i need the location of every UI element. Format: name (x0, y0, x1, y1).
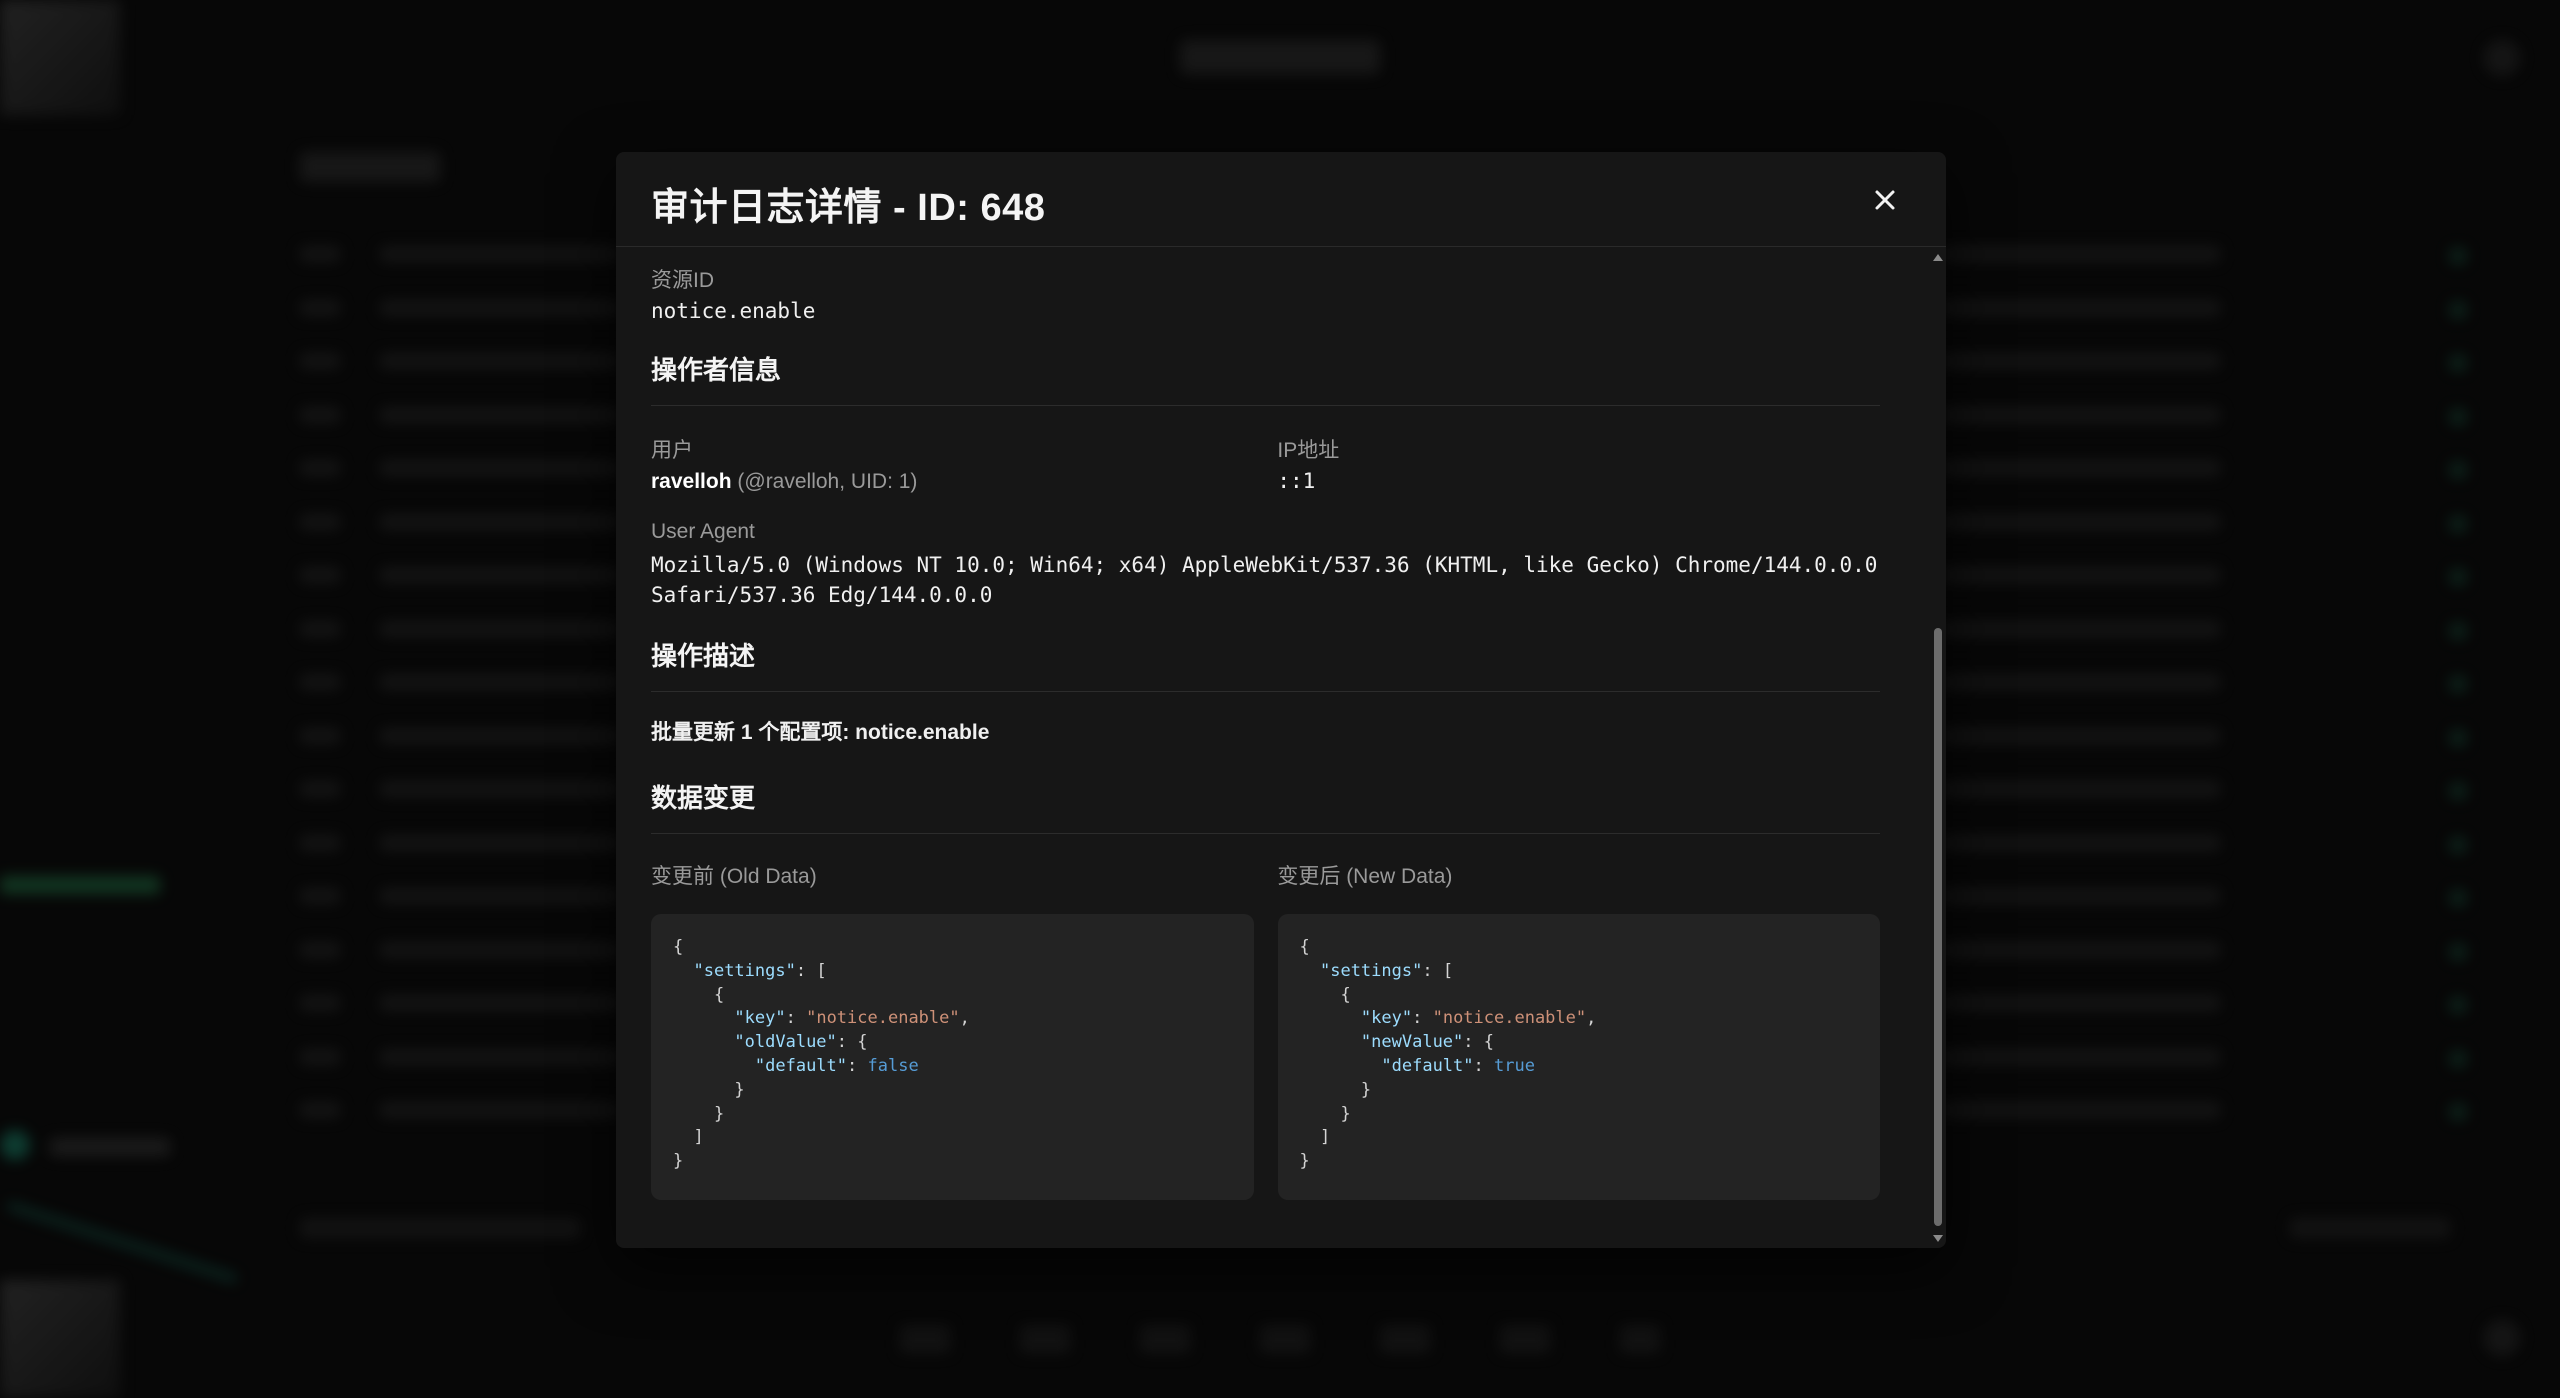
scroll-down-arrow-icon[interactable] (1933, 1235, 1943, 1242)
json-string: "notice.enable" (806, 1008, 960, 1029)
modal-body: 资源ID notice.enable 操作者信息 用户 ravelloh (@r… (616, 248, 1930, 1248)
scroll-up-arrow-icon[interactable] (1933, 254, 1943, 261)
json-string: "notice.enable" (1432, 1008, 1587, 1029)
close-button[interactable] (1864, 179, 1906, 221)
json-key: "default" (754, 1055, 848, 1076)
ip-label: IP地址 (1277, 439, 1340, 462)
old-data-code-block[interactable]: { "settings": [ { "key": "notice.enable"… (651, 914, 1254, 1200)
resource-id-value: notice.enable (651, 299, 816, 323)
ip-field: IP地址 ::1 (1277, 434, 1880, 496)
user-label: 用户 (651, 439, 693, 462)
user-value: ravelloh (@ravelloh, UID: 1) (651, 470, 1277, 494)
operator-info-row: 用户 ravelloh (@ravelloh, UID: 1) IP地址 ::1 (651, 434, 1880, 496)
json-key: "oldValue" (734, 1032, 837, 1053)
description-section-title: 操作描述 (651, 636, 1880, 692)
json-key: "key" (1360, 1008, 1413, 1029)
audit-log-detail-modal: 审计日志详情 - ID: 648 资源ID notice.enable 操作者信… (616, 152, 1946, 1248)
ip-value: ::1 (1277, 469, 1316, 493)
scrollbar-thumb[interactable] (1934, 628, 1942, 1226)
json-boolean: true (1494, 1055, 1535, 1076)
resource-id-label: 资源ID (651, 269, 714, 292)
user-agent-field: User Agent Mozilla/5.0 (Windows NT 10.0;… (651, 520, 1880, 610)
modal-header: 审计日志详情 - ID: 648 (616, 152, 1946, 247)
json-boolean: false (867, 1055, 919, 1076)
operator-section-title: 操作者信息 (651, 350, 1880, 406)
modal-scrollbar[interactable] (1930, 248, 1946, 1248)
resource-id-field: 资源ID notice.enable (651, 264, 1880, 326)
changes-section-title: 数据变更 (651, 778, 1880, 834)
json-key: "key" (734, 1008, 786, 1029)
changes-code-row: { "settings": [ { "key": "notice.enable"… (651, 914, 1880, 1200)
description-text: 批量更新 1 个配置项: notice.enable (651, 721, 990, 744)
close-icon (1875, 190, 1895, 210)
user-name: ravelloh (651, 470, 732, 493)
old-data-label: 变更前 (Old Data) (651, 865, 817, 888)
new-data-code-block[interactable]: { "settings": [ { "key": "notice.enable"… (1277, 914, 1880, 1200)
user-agent-label: User Agent (651, 520, 755, 543)
user-field: 用户 ravelloh (@ravelloh, UID: 1) (651, 434, 1277, 496)
json-key: "newValue" (1360, 1032, 1464, 1053)
user-agent-value: Mozilla/5.0 (Windows NT 10.0; Win64; x64… (651, 553, 1878, 607)
modal-title: 审计日志详情 - ID: 648 (651, 187, 1046, 229)
new-data-label: 变更后 (New Data) (1277, 865, 1453, 888)
json-key: "settings" (1319, 960, 1423, 981)
changes-labels-row: 变更前 (Old Data) 变更后 (New Data) (651, 860, 1880, 890)
user-meta: (@ravelloh, UID: 1) (731, 470, 918, 493)
json-key: "default" (1381, 1055, 1474, 1076)
json-key: "settings" (693, 960, 796, 981)
